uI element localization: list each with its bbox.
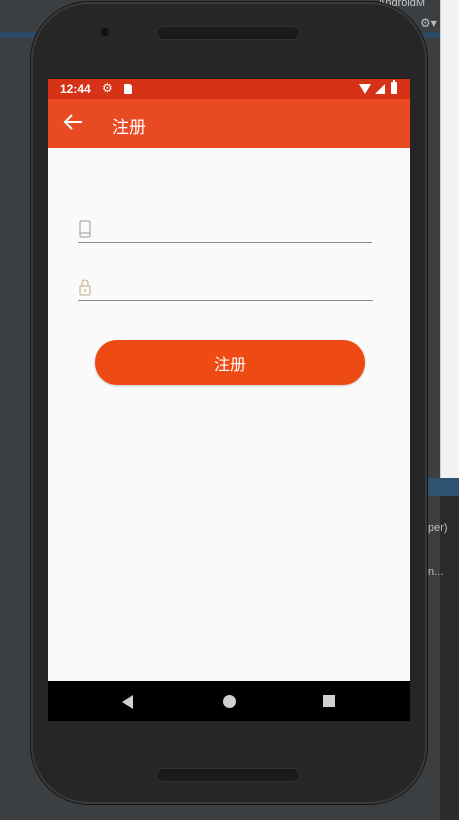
sd-card-icon [124, 84, 132, 94]
android-nav-bar [48, 681, 410, 721]
ide-gear-icon[interactable]: ⚙▾ [420, 16, 437, 30]
battery-icon [391, 80, 397, 94]
password-field[interactable] [78, 270, 373, 301]
register-button[interactable]: 注册 [95, 340, 365, 385]
ide-selection-bar [424, 478, 459, 496]
app-toolbar: 注册 [48, 99, 410, 148]
wifi-icon [359, 84, 371, 94]
page-title: 注册 [112, 118, 146, 138]
signal-icon [375, 84, 385, 94]
password-input[interactable] [100, 276, 372, 298]
top-speaker-grille [156, 26, 300, 40]
register-button-label: 注册 [213, 354, 246, 374]
ide-side-text-2: n... [428, 566, 444, 578]
phone-icon [79, 220, 91, 238]
triangle-back-icon[interactable] [122, 695, 133, 709]
square-recent-icon[interactable] [323, 695, 335, 707]
status-bar: 12:44 ⚙ [48, 79, 410, 99]
gear-icon: ⚙ [102, 81, 113, 95]
ide-side-text-1: per) [428, 522, 448, 534]
arrow-left-icon[interactable] [62, 111, 84, 138]
front-camera-icon [101, 28, 109, 36]
app-screen: 12:44 ⚙ 注册 注册 [48, 79, 410, 721]
ide-preview-sheet [440, 0, 459, 488]
status-time: 12:44 [60, 82, 91, 96]
circle-home-icon[interactable] [223, 695, 236, 708]
lock-icon [79, 279, 91, 296]
phone-input[interactable] [100, 218, 372, 240]
arrow-left-icon-svg [63, 114, 82, 130]
phone-field[interactable] [78, 212, 372, 243]
bottom-speaker-grille [156, 768, 300, 782]
